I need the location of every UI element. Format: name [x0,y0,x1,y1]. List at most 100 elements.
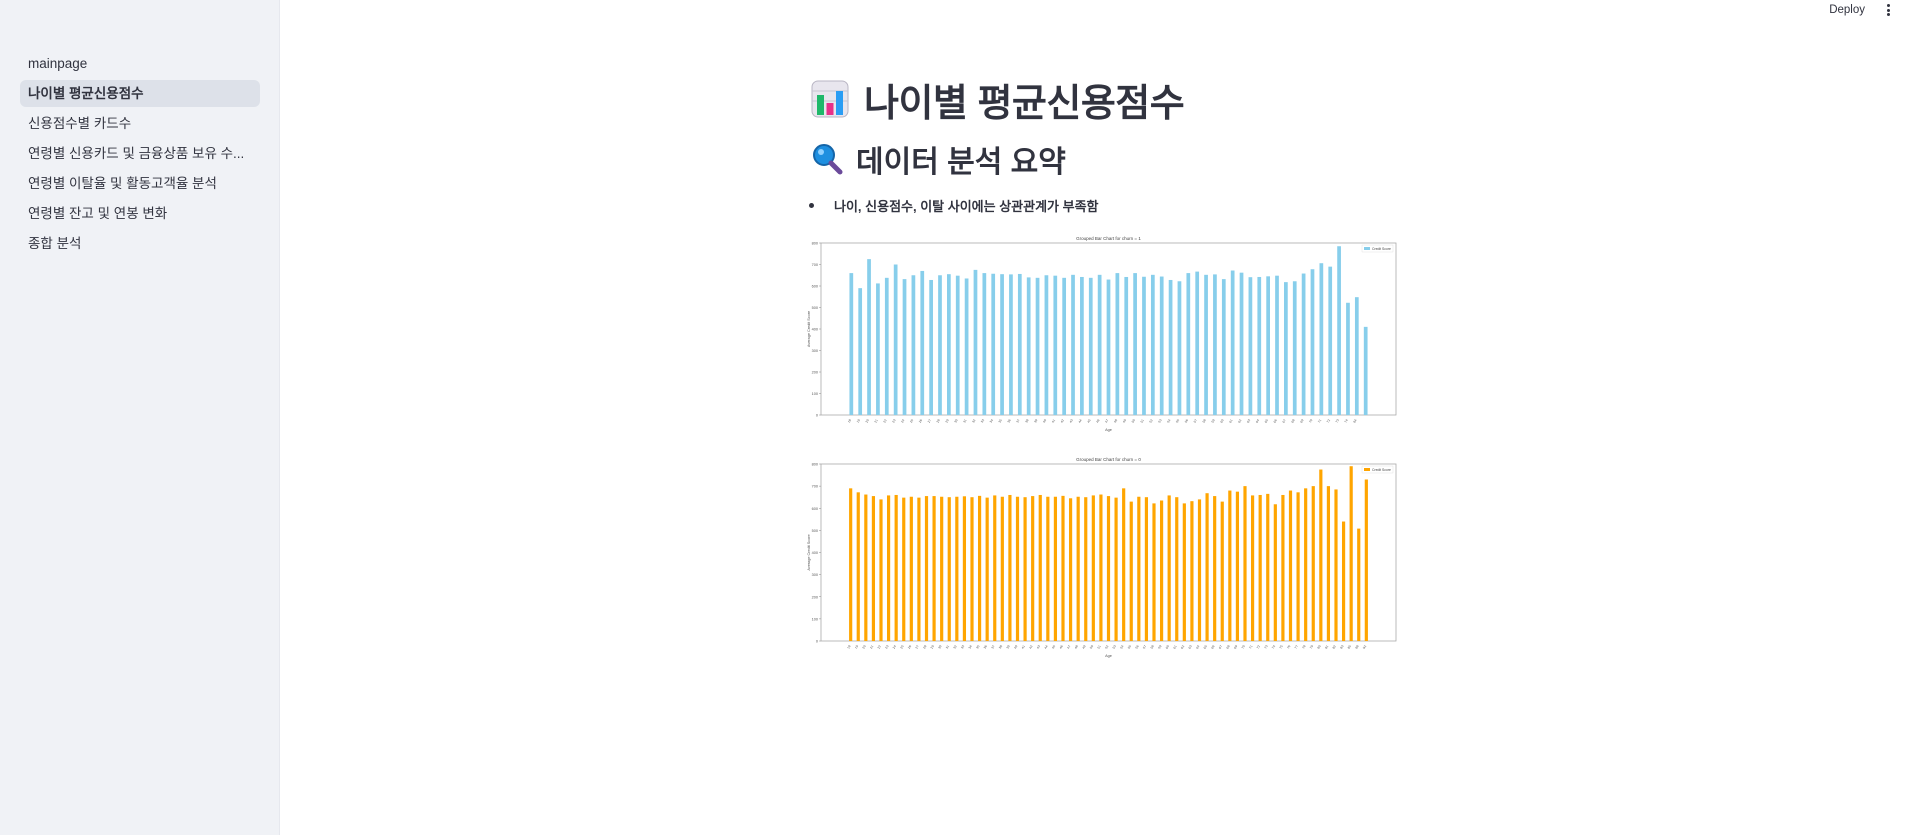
x-tick-label: 71 [1248,644,1253,649]
summary-bullet-text: 나이, 신용점수, 이탈 사이에는 상관관계가 부족함 [834,198,1099,214]
x-tick-label: 25 [899,644,904,649]
bar [849,488,853,641]
sidebar-item-1[interactable]: 나이별 평균신용점수 [20,80,260,107]
bar [1000,274,1004,415]
bar-chart-churn-0: Grouped Bar Chart for churn = 0 0 100 200 30… [807,457,1397,658]
y-tick-label: 100 [812,617,818,621]
bar [1076,496,1080,641]
bar [1328,266,1333,415]
bar [938,275,942,415]
x-tick-label: 37 [990,644,995,649]
bar [1341,521,1346,641]
bar [1044,275,1049,415]
main-content: 나이별 평균신용점수 데이터 분석 요약 나이, 신용점수, 이탈 사이에는 상… [809,74,1396,214]
bar [1031,496,1035,641]
bar [929,279,933,415]
bar [1248,277,1253,415]
x-tick-label: 54 [1166,418,1171,423]
bar [1159,276,1164,415]
x-axis-label: Age [1105,428,1112,432]
x-tick-label: 78 [1301,644,1306,649]
y-tick-label: 400 [812,551,818,555]
sidebar-item-0[interactable]: mainpage [20,50,260,77]
bar [1292,281,1297,415]
bar [1230,270,1235,415]
bar [1084,497,1088,641]
x-tick-label: 42 [1060,418,1065,423]
x-tick-label: 58 [1202,418,1207,423]
bar [1273,504,1277,641]
x-tick-label: 43 [1069,418,1074,423]
bar [1195,271,1200,415]
bar [1197,499,1202,641]
x-tick-label: 51 [1140,418,1145,423]
x-tick-label: 56 [1134,644,1139,649]
bar [1296,492,1300,641]
x-tick-label: 27 [927,418,932,423]
bar [1266,493,1270,641]
x-axis-label: Age [1105,654,1112,658]
bar [893,264,898,415]
x-tick-label: 53 [1112,644,1117,649]
bar [1053,275,1058,415]
bar [849,273,854,415]
bar [1311,486,1315,641]
x-tick-label: 31 [962,418,967,423]
bar [970,497,974,641]
bar [982,273,987,415]
bar [1106,279,1111,415]
x-tick-label: 50 [1089,644,1094,649]
bar [1009,274,1013,415]
x-tick-label: 32 [952,644,957,649]
bar [1053,496,1058,641]
bar [1182,503,1186,641]
y-tick-label: 300 [812,349,818,353]
x-tick-label: 24 [892,644,897,649]
x-tick-label: 36 [1007,418,1012,423]
sidebar-item-3[interactable]: 연령별 신용카드 및 금융상품 보유 수... [20,140,260,167]
bar [1137,496,1141,641]
x-tick-label: 30 [953,418,958,423]
x-tick-label: 35 [998,418,1003,423]
bar [993,495,997,641]
kebab-menu-icon[interactable] [1887,4,1891,18]
magnifier-emoji-icon [813,144,843,175]
bar [911,275,916,415]
sidebar-item-6[interactable]: 종합 분석 [20,230,260,257]
bar [902,279,907,415]
x-tick-label: 21 [869,644,874,649]
x-tick-label: 31 [945,644,950,649]
bar [1015,496,1020,641]
bar [1301,273,1306,415]
sidebar-item-5[interactable]: 연령별 잔고 및 연봉 변화 [20,200,260,227]
bar [920,270,925,415]
x-tick-label: 22 [877,644,882,649]
bar [1205,493,1209,641]
bar [955,275,960,415]
x-tick-label: 53 [1157,418,1162,423]
y-tick-label: 200 [812,371,818,375]
x-tick-label: 38 [1024,418,1029,423]
x-tick-label: 39 [1006,644,1011,649]
x-tick-label: 85 [1347,644,1352,649]
x-tick-label: 27 [915,644,920,649]
x-tick-label: 65 [1264,418,1269,423]
x-tick-label: 49 [1081,644,1086,649]
legend-swatch [1364,468,1370,471]
y-tick-label: 500 [812,306,818,310]
page-title: 나이별 평균신용점수 [864,82,1185,125]
bar [1097,274,1102,415]
x-tick-label: 37 [1015,418,1020,423]
x-tick-label: 34 [989,418,994,423]
bar [1026,277,1031,415]
bar [964,278,969,415]
bar-chart-emoji-icon [811,80,849,118]
bar [991,273,996,415]
deploy-button[interactable]: Deploy [1829,4,1865,16]
sidebar-item-4[interactable]: 연령별 이탈율 및 활동고객율 분석 [20,170,260,197]
x-tick-label: 67 [1282,418,1287,423]
bar [1239,272,1244,415]
bar [1133,273,1137,415]
sidebar-item-2[interactable]: 신용점수별 카드수 [20,110,260,137]
x-tick-label: 26 [918,418,923,423]
